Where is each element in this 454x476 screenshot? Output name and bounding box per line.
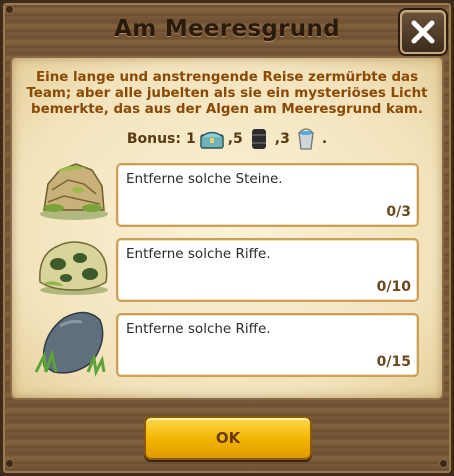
ok-button[interactable]: OK xyxy=(144,416,312,460)
task-description: Entferne solche Riffe. xyxy=(126,246,271,262)
task-progress: 0/10 xyxy=(376,279,411,295)
close-x-icon xyxy=(411,20,435,44)
title-bar: Am Meeresgrund xyxy=(14,8,440,50)
nail-decoration xyxy=(6,460,13,467)
bonus-amount: 1 xyxy=(185,131,196,147)
task-card-2: Entferne solche Riffe. 0/10 xyxy=(116,238,419,302)
grey-stone-icon xyxy=(34,311,106,377)
coral-reef-icon xyxy=(39,241,108,295)
close-button[interactable] xyxy=(400,10,446,54)
bonus-label: Bonus: xyxy=(126,131,181,147)
dialog-title: Am Meeresgrund xyxy=(114,16,340,42)
bonus-end: . xyxy=(321,131,328,147)
bonus-row: Bonus: 1 ,5 ,3 . xyxy=(0,126,454,152)
quest-intro-text: Eine lange und anstrengende Reise zermür… xyxy=(26,70,428,117)
oil-barrel-icon xyxy=(251,129,266,149)
nail-decoration xyxy=(440,460,447,467)
task-card-1: Entferne solche Steine. 0/3 xyxy=(116,163,419,227)
mossy-rocks-icon xyxy=(40,163,108,220)
task-description: Entferne solche Steine. xyxy=(126,171,283,187)
task-description: Entferne solche Riffe. xyxy=(126,321,271,337)
treasure-chest-icon xyxy=(199,131,224,149)
bonus-amount: ,5 xyxy=(227,131,243,147)
bonus-amount: ,3 xyxy=(274,131,290,147)
task-progress: 0/15 xyxy=(376,354,411,370)
task-card-3: Entferne solche Riffe. 0/15 xyxy=(116,313,419,377)
water-bucket-icon xyxy=(298,128,314,150)
task-progress: 0/3 xyxy=(386,204,411,220)
nail-decoration xyxy=(6,6,13,13)
